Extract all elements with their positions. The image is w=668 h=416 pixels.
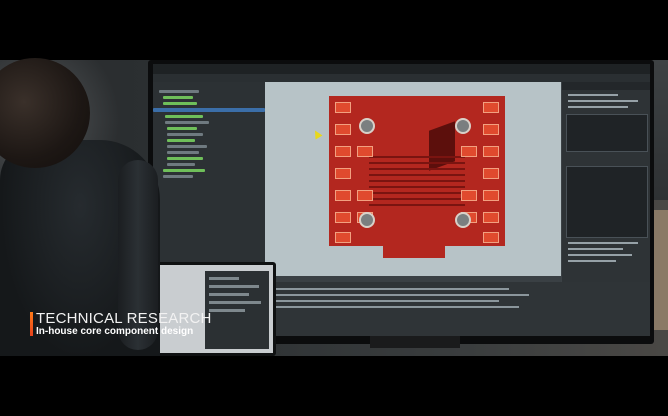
property-row <box>568 248 623 250</box>
pcb-trace <box>369 192 465 194</box>
tree-row <box>167 145 207 148</box>
pcb-pad <box>335 146 351 157</box>
property-row <box>568 254 632 256</box>
laptop-row <box>209 309 245 312</box>
property-row <box>568 94 618 96</box>
caption-title: TECHNICAL RESEARCH <box>36 310 212 327</box>
tree-row <box>163 96 193 99</box>
mounting-hole <box>455 118 471 134</box>
laptop-row <box>209 277 239 280</box>
messages-panel <box>265 282 650 336</box>
pcb-pad <box>335 124 351 135</box>
pcb-trace <box>369 168 465 170</box>
tree-row <box>167 133 203 136</box>
pcb-trace <box>369 174 465 176</box>
letterbox-top <box>0 0 668 60</box>
pcb-pad <box>483 232 499 243</box>
property-group <box>566 114 648 152</box>
property-row <box>568 242 638 244</box>
laptop-window <box>205 271 269 349</box>
properties-header <box>562 82 650 90</box>
laptop-screen <box>153 265 273 353</box>
pcb-pad <box>335 168 351 179</box>
caption-subtitle: In-house core component design <box>36 326 194 337</box>
pcb-pad <box>335 232 351 243</box>
tree-row <box>167 157 203 160</box>
pcb-pad <box>335 212 351 223</box>
pcb-trace <box>369 156 465 158</box>
message-row <box>269 300 499 302</box>
laptop-row <box>209 285 259 288</box>
pcb-pad <box>357 190 373 201</box>
pcb-trace <box>369 180 465 182</box>
mounting-hole <box>455 212 471 228</box>
video-frame: TECHNICAL RESEARCH In-house core compone… <box>0 0 668 416</box>
tree-row <box>163 169 205 172</box>
layer-list-box <box>566 166 648 238</box>
tree-row <box>167 151 199 154</box>
pcb-trace <box>369 162 465 164</box>
app-menubar <box>153 64 650 74</box>
mounting-hole <box>359 212 375 228</box>
property-row <box>568 106 628 108</box>
message-row <box>269 306 519 308</box>
tree-row <box>163 175 193 178</box>
caption-accent-bar <box>30 312 33 336</box>
pcb-pad <box>483 190 499 201</box>
pcb-canvas[interactable] <box>265 82 561 276</box>
laptop-row <box>209 293 249 296</box>
letterbox-bottom <box>0 356 668 416</box>
pcb-pad <box>335 190 351 201</box>
tree-row <box>165 115 203 118</box>
pcb-pad <box>461 190 477 201</box>
pcb-trace <box>369 204 465 206</box>
pcb-connector-tab <box>383 246 445 258</box>
tree-row <box>167 163 195 166</box>
tree-row <box>163 102 197 105</box>
pcb-trace <box>369 186 465 188</box>
pcb-pad <box>483 212 499 223</box>
document-tabs <box>153 74 650 82</box>
pcb-pad <box>483 168 499 179</box>
property-row <box>568 100 638 102</box>
pcb-pad <box>483 124 499 135</box>
mounting-hole <box>359 118 375 134</box>
message-row <box>269 294 529 296</box>
pcb-pad <box>357 146 373 157</box>
pcb-pad <box>483 102 499 113</box>
tree-row <box>165 121 209 124</box>
properties-panel <box>561 82 650 282</box>
monitor-stand <box>370 336 460 348</box>
tree-row <box>159 90 199 93</box>
tree-row <box>167 139 195 142</box>
property-row <box>568 260 616 262</box>
pcb-pad <box>483 146 499 157</box>
message-row <box>269 288 509 290</box>
pcb-trace <box>369 198 465 200</box>
pcb-pad <box>335 102 351 113</box>
tree-row-selected <box>153 108 265 112</box>
pcb-board <box>329 96 505 246</box>
laptop-row <box>209 301 261 304</box>
tree-row <box>167 127 197 130</box>
pcb-pad <box>461 146 477 157</box>
mouse-cursor-icon <box>311 128 323 140</box>
